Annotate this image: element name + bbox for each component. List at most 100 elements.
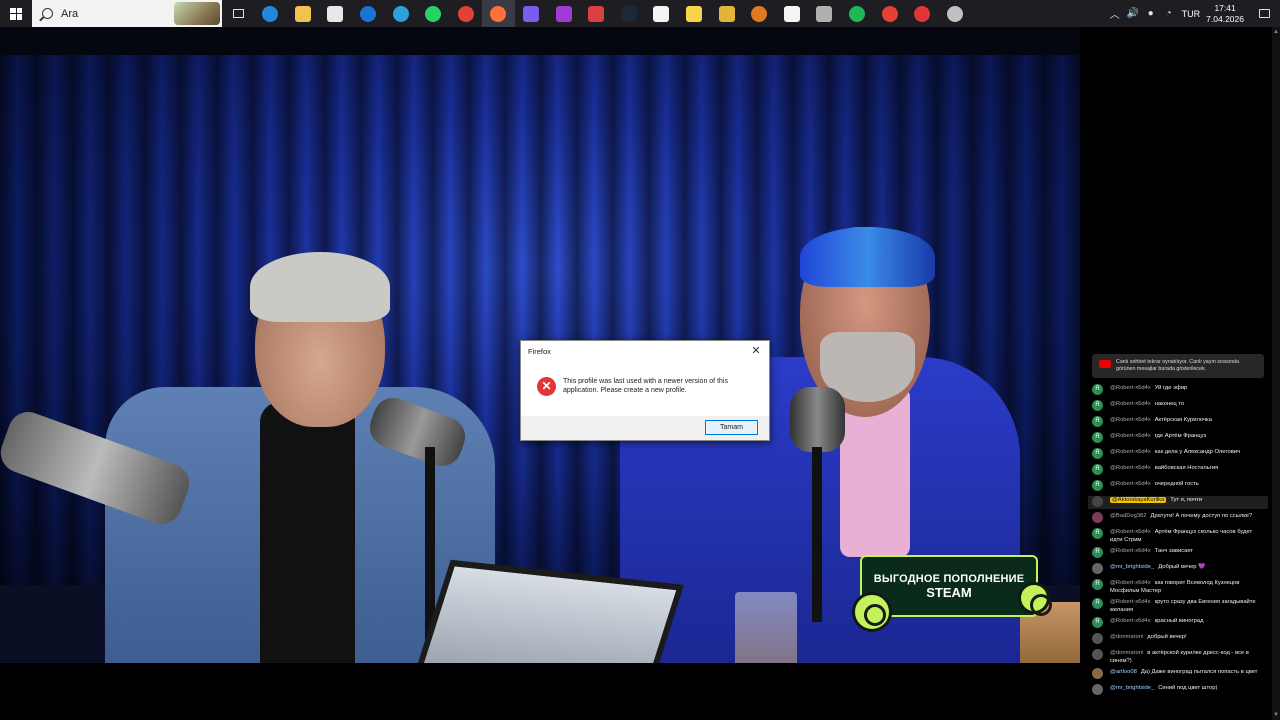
- chat-message-text: @donmaroni добрый вечер!: [1110, 633, 1187, 641]
- taskbar-app-button[interactable]: [678, 0, 711, 27]
- steam-logo-icon: [852, 592, 892, 632]
- taskbar-app-button[interactable]: [938, 0, 971, 27]
- taskbar-app-button[interactable]: [580, 0, 613, 27]
- wifi-icon[interactable]: ◔: [1161, 8, 1177, 19]
- taskbar-app-button[interactable]: [254, 0, 287, 27]
- chat-text: как дела у Александр Олегович: [1154, 449, 1241, 455]
- ok-button[interactable]: Tamam: [705, 420, 758, 435]
- chat-username[interactable]: @Robert-x6d4x: [1110, 529, 1151, 535]
- chevron-up-icon[interactable]: ︿: [1107, 6, 1123, 21]
- chat-username[interactable]: @Robert-x6d4x: [1110, 433, 1151, 439]
- firefox-icon: [490, 5, 507, 22]
- close-icon[interactable]: ✕: [749, 344, 763, 358]
- chat-message[interactable]: @AktorskayaKurilka Тут я, почти: [1088, 496, 1268, 509]
- chat-text: добрый вечер!: [1147, 634, 1187, 640]
- avatar: R: [1092, 448, 1103, 459]
- chat-message[interactable]: @donmaroni добрый вечер!: [1088, 633, 1268, 646]
- taskbar-app-button[interactable]: [319, 0, 352, 27]
- chat-text: вайбовская Ностальгия: [1154, 465, 1219, 471]
- sticky-notes-icon: [686, 5, 703, 22]
- shield-app-icon: [751, 5, 768, 22]
- taskbar-app-button[interactable]: [515, 0, 548, 27]
- chat-message[interactable]: @mr_brightside_ Добрый вечер 💜: [1088, 563, 1268, 576]
- chat-username[interactable]: @Robert-x6d4x: [1110, 548, 1151, 554]
- chat-message[interactable]: R @Robert-x6d4x как говорит Всеволод Кузне…: [1088, 579, 1268, 595]
- taskbar-app-button[interactable]: [547, 0, 580, 27]
- chat-message-text: @BadDog382 Дратути! А почему доступ по сс…: [1110, 512, 1252, 520]
- chat-username[interactable]: @donmaroni: [1110, 650, 1143, 656]
- chat-message-text: @Robert-x6d4x наконец то: [1110, 400, 1184, 408]
- chat-message[interactable]: R @Robert-x6d4x как дела у Александр Олего…: [1088, 448, 1268, 461]
- chat-message-text: @Robert-x6d4x Артём Француз сколько часов…: [1110, 528, 1266, 544]
- chat-username[interactable]: @Robert-x6d4x: [1110, 417, 1151, 423]
- chat-username[interactable]: @Robert-x6d4x: [1110, 618, 1151, 624]
- chat-username[interactable]: @artloo08: [1110, 669, 1137, 675]
- chat-text: Дратути! А почему доступ по ссылке?: [1150, 513, 1253, 519]
- chat-username[interactable]: @Robert-x6d4x: [1110, 465, 1151, 471]
- promo-line1: ВЫГОДНОЕ ПОПОЛНЕНИЕ: [873, 572, 1025, 585]
- chat-message[interactable]: @artloo08 Да) Даже виноград пытался попас…: [1088, 668, 1268, 681]
- chat-username[interactable]: @BadDog382: [1110, 513, 1147, 519]
- clapper-app-icon: [555, 5, 572, 22]
- chat-username[interactable]: @Robert-x6d4x: [1110, 599, 1151, 605]
- chat-message[interactable]: @BadDog382 Дратути! А почему доступ по сс…: [1088, 512, 1268, 525]
- system-tray: ︿ 🔊 ● ◔ TUR 17:41 7.04.2026: [1106, 0, 1280, 27]
- video-person-left-shirt: [260, 402, 355, 672]
- taskbar-app-button[interactable]: [450, 0, 483, 27]
- chat-message[interactable]: @mr_brightside_ Синий под цвет штор): [1088, 684, 1268, 697]
- dialog-message: This profile was last used with a newer …: [563, 378, 728, 394]
- microphone-icon[interactable]: ●: [1143, 8, 1159, 19]
- taskbar-app-button[interactable]: [906, 0, 939, 27]
- chat-username[interactable]: @Robert-x6d4x: [1110, 481, 1151, 487]
- avatar: [1092, 633, 1103, 644]
- taskbar-search[interactable]: Ara: [32, 0, 222, 27]
- chat-message[interactable]: R @Robert-x6d4x наконец то: [1088, 400, 1268, 413]
- chat-message[interactable]: @donmaroni в актёрской курилке дресс-код …: [1088, 649, 1268, 665]
- chat-username[interactable]: @mr_brightside_: [1110, 564, 1154, 570]
- chat-username[interactable]: @donmaroni: [1110, 634, 1143, 640]
- chat-message[interactable]: R @Robert-x6d4x Танч зависает: [1088, 547, 1268, 560]
- chat-message-text: @Robert-x6d4x очередной гость: [1110, 480, 1199, 488]
- taskbar-app-button[interactable]: [710, 0, 743, 27]
- chat-message[interactable]: R @Robert-x6d4x очередной гость: [1088, 480, 1268, 493]
- outlook-icon: [360, 5, 377, 22]
- chat-message[interactable]: R @Robert-x6d4x красный виноград: [1088, 617, 1268, 630]
- chat-username[interactable]: @Robert-x6d4x: [1110, 449, 1151, 455]
- volume-icon[interactable]: 🔊: [1125, 8, 1141, 19]
- taskbar-app-button[interactable]: [384, 0, 417, 27]
- taskbar-app-button[interactable]: [417, 0, 450, 27]
- scroll-up-arrow-icon[interactable]: ▲: [1273, 29, 1279, 35]
- taskbar-app-button[interactable]: [873, 0, 906, 27]
- taskbar-app-button[interactable]: [645, 0, 678, 27]
- taskbar-app-button[interactable]: [613, 0, 646, 27]
- taskbar-app-button[interactable]: [352, 0, 385, 27]
- taskbar-app-button[interactable]: [287, 0, 320, 27]
- search-highlight-image: [174, 2, 220, 25]
- chat-username[interactable]: @Robert-x6d4x: [1110, 401, 1151, 407]
- chat-message-text: @Robert-x6d4x вайбовская Ностальгия: [1110, 464, 1218, 472]
- chat-username[interactable]: @Robert-x6d4x: [1110, 385, 1151, 391]
- start-button[interactable]: [0, 0, 32, 27]
- scrollbar[interactable]: ▲ ▼: [1272, 27, 1280, 720]
- chat-message[interactable]: R @Robert-x6d4x Артём Француз сколько часо…: [1088, 528, 1268, 544]
- chat-message[interactable]: R @Robert-x6d4x Уй где эфир: [1088, 384, 1268, 397]
- notifications-button[interactable]: [1254, 0, 1274, 27]
- search-icon: [42, 8, 53, 19]
- task-view-button[interactable]: [222, 0, 254, 27]
- taskbar-app-button[interactable]: [482, 0, 515, 27]
- scroll-down-arrow-icon[interactable]: ▼: [1273, 712, 1279, 718]
- language-indicator[interactable]: TUR: [1182, 9, 1201, 19]
- taskbar-app-button[interactable]: [776, 0, 809, 27]
- taskbar-app-button[interactable]: [841, 0, 874, 27]
- chat-username[interactable]: @mr_brightside_: [1110, 685, 1154, 691]
- store-icon: [327, 5, 344, 22]
- clock[interactable]: 17:41 7.04.2026: [1206, 3, 1244, 25]
- chat-message[interactable]: R @Robert-x6d4x вайбовская Ностальгия: [1088, 464, 1268, 477]
- taskbar-app-button[interactable]: [808, 0, 841, 27]
- chat-message[interactable]: R @Robert-x6d4x где Артём Француз: [1088, 432, 1268, 445]
- chat-username[interactable]: @Robert-x6d4x: [1110, 580, 1151, 586]
- chat-username[interactable]: @AktorskayaKurilka: [1110, 497, 1167, 503]
- taskbar-app-button[interactable]: [743, 0, 776, 27]
- chat-message[interactable]: R @Robert-x6d4x Актёрская Курилочка: [1088, 416, 1268, 429]
- chat-message[interactable]: R @Robert-x6d4x круто сразу два Евгения за…: [1088, 598, 1268, 614]
